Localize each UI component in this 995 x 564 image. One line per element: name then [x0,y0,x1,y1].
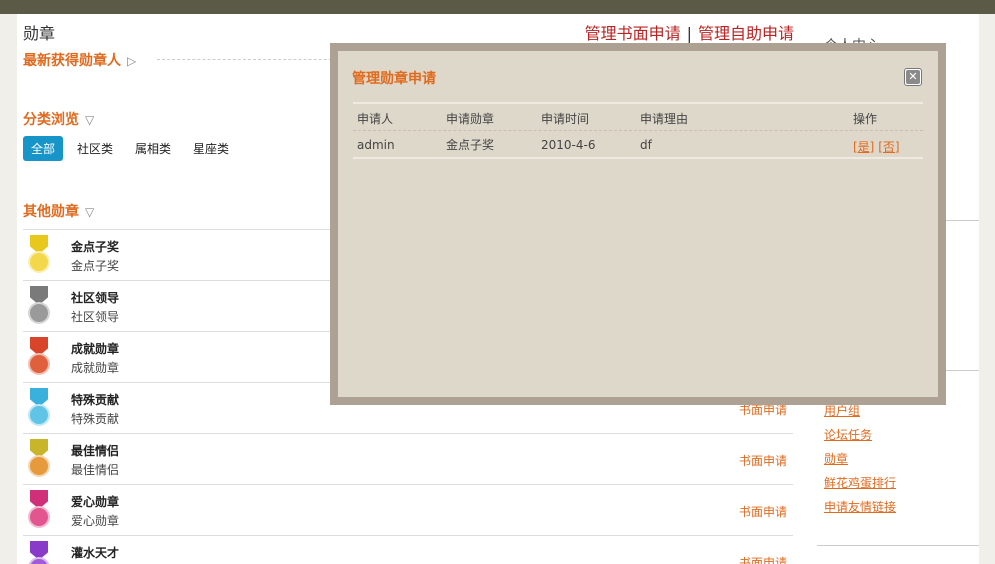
collapse-arrow-icon[interactable]: ▽ [85,205,94,219]
badge-name: 成就勋章 [71,342,120,356]
medal-disk [28,455,50,477]
medal-disk [28,506,50,528]
cell-badge: 金点子奖 [446,138,495,152]
collapse-arrow-icon[interactable]: ▽ [85,113,94,127]
header-applicant: 申请人 [357,112,394,126]
manage-written-link[interactable]: 管理书面申请 [585,24,681,43]
close-button[interactable]: ✕ [904,68,922,86]
top-bar [0,0,995,14]
badge-description: 最佳情侣 [71,463,120,477]
sidebar-link-usergroup[interactable]: 用户组 [824,404,896,428]
badge-name: 爱心勋章 [71,495,120,509]
sidebar-links: 用户组 论坛任务 勋章 鲜花鸡蛋排行 申请友情链接 [824,404,896,524]
badge-name: 灌水天才 [71,546,120,560]
category-tabs: 全部 社区类 属相类 星座类 [23,136,237,161]
badge-name: 金点子奖 [71,240,120,254]
badge-description: 爱心勋章 [71,514,120,528]
other-badges-label: 其他勋章 [23,204,79,220]
medal-icon [27,286,51,328]
header-badge: 申请勋章 [446,112,495,126]
header-reason: 申请理由 [640,112,689,126]
medal-icon [27,337,51,379]
cell-applicant: admin [357,138,395,152]
approve-link[interactable]: [是] [853,140,874,154]
medal-disk [28,353,50,375]
medal-disk [28,557,50,564]
medal-icon [27,388,51,430]
medal-disk [28,251,50,273]
sidebar-link-friendlink[interactable]: 申请友情链接 [824,500,896,524]
apply-written-link[interactable]: 书面申请 [739,452,787,469]
latest-winners-label: 最新获得勋章人 [23,53,121,69]
badge-name: 特殊贡献 [71,393,120,407]
badge-row: 爱心勋章 爱心勋章 书面申请 [23,484,793,535]
sidebar-divider [817,545,979,546]
dialog-title: 管理勋章申请 [352,71,436,87]
manage-self-link[interactable]: 管理自助申请 [698,24,794,43]
badge-description: 特殊贡献 [71,412,120,426]
row-actions: [是] [否] [853,138,900,155]
divider [157,59,357,60]
manage-badge-dialog: 管理勋章申请 ✕ 申请人 申请勋章 申请时间 申请理由 操作 admin 金点子… [330,43,946,405]
badge-description: 社区领导 [71,310,120,324]
badge-name: 社区领导 [71,291,120,305]
cell-reason: df [640,138,652,152]
apply-written-link[interactable]: 书面申请 [739,554,787,564]
header-divider [353,130,923,131]
medal-disk [28,302,50,324]
tab-constellation[interactable]: 星座类 [185,136,237,161]
sidebar-link-ranking[interactable]: 鲜花鸡蛋排行 [824,476,896,500]
medal-icon [27,439,51,481]
sidebar-link-badges[interactable]: 勋章 [824,452,896,476]
tab-community[interactable]: 社区类 [69,136,121,161]
badge-description: 金点子奖 [71,259,120,273]
medal-icon [27,490,51,532]
manage-links: 管理书面申请 | 管理自助申请 [585,20,794,44]
page-title: 勋章 [23,24,56,43]
other-badges-title: 其他勋章 ▽ [23,201,94,221]
badge-row: 灌水天才灌水天才书面申请 [23,535,793,564]
table-bottom-rule [353,157,923,159]
tab-all[interactable]: 全部 [23,136,64,161]
expand-arrow-icon[interactable]: ▷ [127,54,136,68]
badge-row: 最佳情侣 最佳情侣 书面申请 [23,433,793,484]
latest-winners-title: 最新获得勋章人 ▷ [23,50,136,70]
cell-date: 2010-4-6 [541,138,596,152]
header-date: 申请时间 [541,112,590,126]
close-icon: ✕ [906,70,920,84]
header-actions: 操作 [853,112,878,126]
manage-separator: | [686,24,692,43]
medal-disk [28,404,50,426]
dialog-body: 管理勋章申请 ✕ 申请人 申请勋章 申请时间 申请理由 操作 admin 金点子… [338,51,938,397]
badge-name: 最佳情侣 [71,444,120,458]
sidebar-link-tasks[interactable]: 论坛任务 [824,428,896,452]
browse-label: 分类浏览 [23,112,79,128]
reject-link[interactable]: [否] [878,140,899,154]
browse-title: 分类浏览 ▽ [23,109,94,129]
table-top-rule [353,102,923,104]
medal-icon [27,541,51,564]
medal-icon [27,235,51,277]
badge-description: 成就勋章 [71,361,120,375]
apply-written-link[interactable]: 书面申请 [739,503,787,520]
tab-zodiac[interactable]: 属相类 [127,136,179,161]
